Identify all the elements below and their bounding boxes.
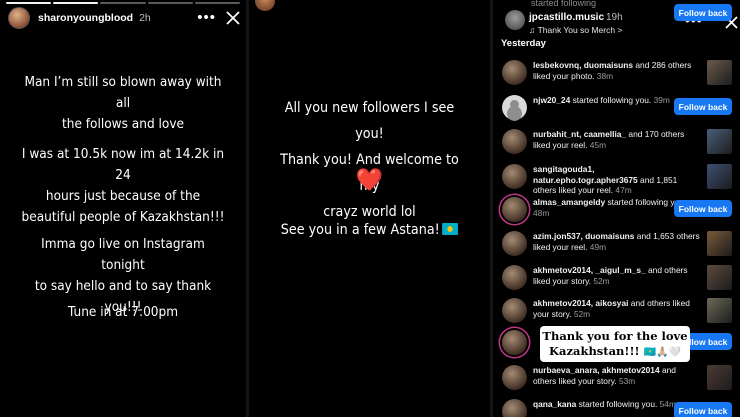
avatar[interactable] xyxy=(502,95,527,120)
notification-row[interactable]: akhmetov2014, _aigul_m_s_ and others lik… xyxy=(500,263,734,295)
story-time: 19h xyxy=(606,12,623,23)
story-header: sharonyoungblood 2h ••• xyxy=(8,7,240,29)
notification-text: sangitagouda1, natur.epho.togr.apher3675… xyxy=(533,164,701,196)
story-username[interactable]: sharonyoungblood xyxy=(38,12,133,24)
heart-emoji: ❤️ xyxy=(355,167,384,192)
story-panel-1[interactable]: sharonyoungblood 2h ••• Man I’m still so… xyxy=(0,0,246,417)
avatar[interactable] xyxy=(502,164,527,189)
post-thumbnail[interactable] xyxy=(707,129,732,154)
close-icon[interactable] xyxy=(226,11,240,25)
song-label[interactable]: ♫ Thank You so Merch > xyxy=(529,25,622,35)
story-username[interactable]: jpcastillo.music xyxy=(529,12,604,23)
notification-time: 52m xyxy=(573,308,591,319)
avatar[interactable] xyxy=(502,298,527,323)
notification-row[interactable]: lesbekovnq, duomaisuns and 286 others li… xyxy=(500,58,734,90)
notification-usernames[interactable]: sangitagouda1, natur.epho.togr.apher3675 xyxy=(533,164,638,185)
avatar[interactable] xyxy=(502,265,527,290)
notification-text: nurbahit_nt, caamellia_ and 170 others l… xyxy=(533,129,701,150)
avatar[interactable] xyxy=(502,60,527,85)
avatar[interactable] xyxy=(502,365,527,390)
notification-usernames[interactable]: akhmetov2014, aikosyai xyxy=(533,298,628,308)
post-thumbnail[interactable] xyxy=(707,265,732,290)
notification-row[interactable]: azim.jon537, duomaisuns and 1,653 others… xyxy=(500,229,734,261)
post-thumbnail[interactable] xyxy=(707,298,732,323)
story-footer-text: See you in a few Astana! xyxy=(271,217,469,243)
notification-time: 53m xyxy=(618,375,636,386)
post-thumbnail[interactable] xyxy=(707,231,732,256)
section-heading: Yesterday xyxy=(501,38,546,49)
avatar[interactable] xyxy=(502,129,527,154)
avatar[interactable] xyxy=(505,10,525,30)
notification-time: 47m xyxy=(615,185,632,195)
notification-row[interactable]: almas_amangeldy started following you. 4… xyxy=(500,195,734,227)
notification-usernames[interactable]: azim.jon537, duomaisuns xyxy=(533,231,634,241)
notification-message: started following you. xyxy=(576,399,658,409)
follow-back-button[interactable]: Follow back xyxy=(674,200,732,217)
notification-time: 48m xyxy=(533,207,550,218)
notification-text: akhmetov2014, _aigul_m_s_ and others lik… xyxy=(533,265,701,286)
notification-time: 39m xyxy=(653,95,670,105)
notification-usernames[interactable]: akhmetov2014, _aigul_m_s_ xyxy=(533,265,646,275)
notification-text: lesbekovnq, duomaisuns and 286 others li… xyxy=(533,60,701,81)
kazakhstan-flag-icon xyxy=(442,223,459,235)
notification-time: 45m xyxy=(589,139,607,150)
story-panel-2[interactable]: All you new followers I see you! Thank y… xyxy=(249,0,490,417)
notification-time: 49m xyxy=(589,241,607,252)
avatar[interactable] xyxy=(502,330,527,355)
notification-row[interactable]: nurbaeva_anara, akhmetov2014 and others … xyxy=(500,363,734,395)
notification-usernames[interactable]: almas_amangeldy xyxy=(533,197,605,207)
notification-row[interactable]: nurbahit_nt, caamellia_ and 170 others l… xyxy=(500,127,734,159)
story-text-paragraph: Man I’m still so blown away with all the… xyxy=(24,74,222,132)
avatar xyxy=(255,0,275,11)
notification-message: started following you. xyxy=(570,95,652,105)
notification-text: nurbaeva_anara, akhmetov2014 and others … xyxy=(533,365,701,386)
post-thumbnail[interactable] xyxy=(707,365,732,390)
more-options-icon[interactable]: ••• xyxy=(197,10,216,25)
avatar[interactable] xyxy=(502,197,527,222)
notification-row[interactable]: qana_kana started following you. 54m Foll… xyxy=(500,397,734,417)
notification-usernames[interactable]: nurbahit_nt, caamellia_ xyxy=(533,129,626,139)
notification-text: akhmetov2014, aikosyai and others liked … xyxy=(533,298,701,319)
notification-row[interactable]: sangitagouda1, natur.epho.togr.apher3675… xyxy=(500,162,734,196)
notification-text: azim.jon537, duomaisuns and 1,653 others… xyxy=(533,231,701,252)
notification-row[interactable]: njw20_24 started following you. 39m Follo… xyxy=(500,93,734,125)
avatar[interactable] xyxy=(502,399,527,417)
notification-time: 52m xyxy=(593,275,610,286)
notification-usernames[interactable]: qana_kana xyxy=(533,399,576,409)
notification-usernames[interactable]: nurbaeva_anara, akhmetov2014 xyxy=(533,365,660,375)
story-text-paragraph: All you new followers I see you! Thank y… xyxy=(280,100,459,220)
text-sticker: Thank you for the love Kazakhstan!!! 🇰🇿🙏… xyxy=(540,326,690,362)
follow-back-button[interactable]: Follow back xyxy=(674,4,732,21)
notification-row[interactable]: akhmetov2014, aikosyai and others liked … xyxy=(500,296,734,328)
story-progress-bar xyxy=(6,2,241,4)
story-text-paragraph: Tune in at 7:00pm xyxy=(67,304,179,320)
story-time: 2h xyxy=(139,12,151,24)
notification-usernames[interactable]: njw20_24 xyxy=(533,95,570,105)
avatar[interactable] xyxy=(8,7,30,29)
post-thumbnail[interactable] xyxy=(707,164,732,189)
follow-back-button[interactable]: Follow back xyxy=(674,402,732,417)
notification-usernames[interactable]: lesbekovnq, duomaisuns xyxy=(533,60,633,70)
avatar[interactable] xyxy=(502,231,527,256)
follow-back-button[interactable]: Follow back xyxy=(674,98,732,115)
notification-time: 38m xyxy=(596,70,614,81)
post-thumbnail[interactable] xyxy=(707,60,732,85)
story-text-paragraph: I was at 10.5k now im at 14.2k in 24 hou… xyxy=(21,146,225,225)
